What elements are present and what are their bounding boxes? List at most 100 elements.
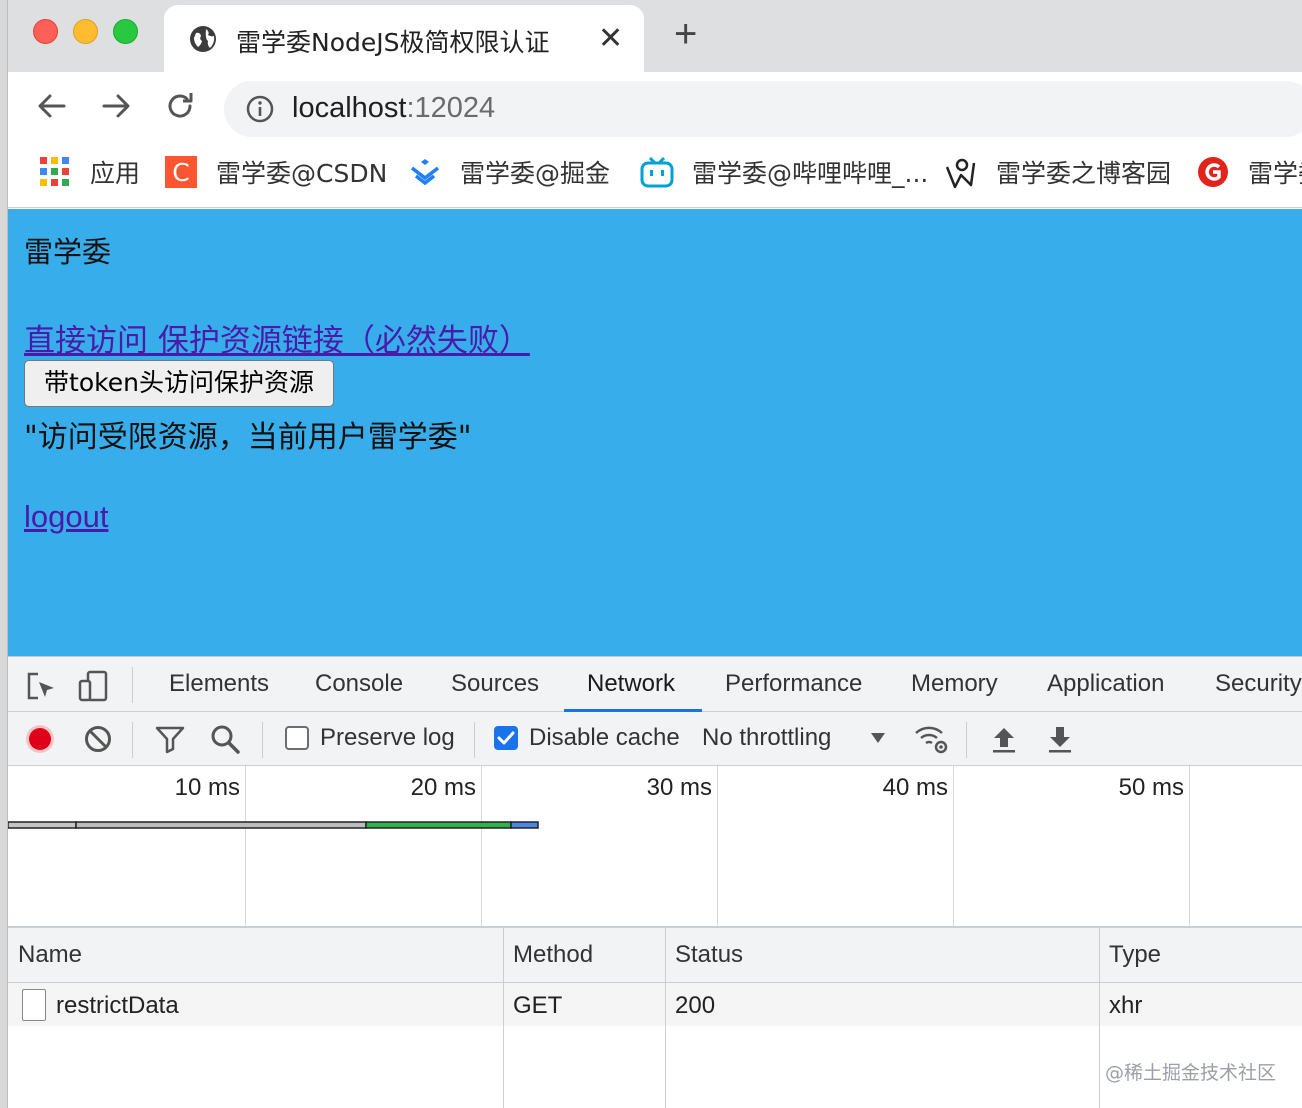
tick-label: 30 ms bbox=[646, 774, 712, 801]
tick-label: 20 ms bbox=[410, 774, 476, 801]
bookmark-juejin[interactable]: 雷学委@掘金 bbox=[408, 154, 610, 190]
column-header-status[interactable]: Status bbox=[675, 941, 743, 969]
search-icon[interactable] bbox=[209, 723, 241, 755]
tab-strip: 雷学委NodeJS极简权限认证 ✕ + bbox=[8, 0, 1302, 72]
reload-button[interactable] bbox=[160, 86, 200, 126]
column-divider[interactable] bbox=[665, 928, 666, 1108]
address-bar[interactable]: localhost:12024 bbox=[224, 81, 1302, 137]
globe-icon bbox=[190, 26, 216, 52]
network-overview[interactable]: 10 ms 20 ms 30 ms 40 ms 50 ms bbox=[8, 766, 1302, 928]
devtools-tab-bar: Elements Console Sources Network Perform… bbox=[8, 656, 1302, 712]
result-text: "访问受限资源，当前用户雷学委" bbox=[24, 420, 472, 455]
checkmark-icon bbox=[497, 731, 515, 745]
bookmark-csdn[interactable]: C 雷学委@CSDN bbox=[164, 154, 387, 190]
document-icon bbox=[22, 989, 46, 1021]
separator bbox=[966, 722, 967, 758]
column-divider[interactable] bbox=[503, 928, 504, 1108]
request-waterfall-bar bbox=[8, 821, 539, 829]
chevron-down-icon[interactable] bbox=[868, 730, 888, 746]
forward-button[interactable] bbox=[96, 86, 136, 126]
tick-label: 50 ms bbox=[1118, 774, 1184, 801]
ibm-icon bbox=[1198, 157, 1228, 187]
page-heading: 雷学委 bbox=[24, 235, 112, 269]
back-button[interactable] bbox=[32, 86, 72, 126]
bookmark-cnblogs[interactable]: 雷学委之博客园 bbox=[944, 154, 1171, 190]
bilibili-icon bbox=[640, 156, 674, 188]
tab-security[interactable]: Security bbox=[1215, 670, 1302, 698]
column-header-method[interactable]: Method bbox=[513, 941, 593, 969]
cell-method: GET bbox=[513, 992, 563, 1019]
import-har-icon[interactable] bbox=[988, 723, 1020, 755]
separator bbox=[474, 722, 475, 758]
close-tab-icon[interactable]: ✕ bbox=[598, 21, 623, 56]
column-header-name[interactable]: Name bbox=[18, 941, 82, 969]
browser-toolbar: localhost:12024 bbox=[8, 72, 1302, 142]
tab-elements[interactable]: Elements bbox=[169, 670, 269, 698]
preserve-log-label: Preserve log bbox=[320, 724, 455, 751]
browser-window: 雷学委NodeJS极简权限认证 ✕ + localhost:12024 应用 C… bbox=[0, 0, 1302, 1108]
tick-line bbox=[1189, 766, 1190, 926]
window-left-edge bbox=[0, 0, 8, 1108]
arrow-right-icon bbox=[102, 94, 130, 118]
info-icon[interactable] bbox=[246, 95, 274, 123]
disable-cache-label: Disable cache bbox=[529, 724, 680, 751]
bookmark-label: 雷学委之博客园 bbox=[996, 159, 1172, 188]
bookmark-label: 应用 bbox=[90, 159, 141, 188]
bookmark-label: 雷学委 bbox=[1248, 159, 1302, 188]
minimize-window-button[interactable] bbox=[73, 19, 98, 44]
browser-tab[interactable]: 雷学委NodeJS极简权限认证 ✕ bbox=[164, 5, 644, 72]
reload-icon bbox=[168, 93, 193, 118]
column-header-type[interactable]: Type bbox=[1109, 941, 1161, 969]
network-conditions-icon[interactable] bbox=[913, 723, 949, 755]
close-window-button[interactable] bbox=[33, 19, 58, 44]
tab-network[interactable]: Network bbox=[587, 670, 675, 698]
bookmarks-bar: 应用 C 雷学委@CSDN 雷学委@掘金 雷学委@哔哩哔哩_... 雷学委之博客… bbox=[8, 142, 1302, 208]
tick-line bbox=[717, 766, 718, 926]
separator bbox=[132, 722, 133, 758]
disable-cache-checkbox[interactable] bbox=[494, 726, 518, 750]
throttling-select[interactable]: No throttling bbox=[702, 724, 831, 752]
device-toolbar-icon[interactable] bbox=[76, 669, 110, 703]
table-header: Name Method Status Type bbox=[8, 928, 1302, 983]
tick-label: 40 ms bbox=[882, 774, 948, 801]
token-access-button[interactable]: 带token头访问保护资源 bbox=[24, 360, 334, 407]
url-text: localhost:12024 bbox=[292, 92, 495, 125]
cnblogs-icon bbox=[945, 158, 976, 189]
bookmark-label: 雷学委@哔哩哔哩_... bbox=[692, 159, 929, 188]
tab-sources[interactable]: Sources bbox=[451, 670, 539, 698]
tab-performance[interactable]: Performance bbox=[725, 670, 862, 698]
watermark: @稀土掘金技术社区 bbox=[1105, 1062, 1277, 1084]
url-port: :12024 bbox=[406, 92, 496, 124]
column-divider[interactable] bbox=[1099, 928, 1100, 1108]
filter-icon[interactable] bbox=[154, 723, 186, 755]
tick-label: 10 ms bbox=[174, 774, 240, 801]
tick-line bbox=[481, 766, 482, 926]
tab-application[interactable]: Application bbox=[1047, 670, 1164, 698]
preserve-log-checkbox[interactable] bbox=[285, 726, 309, 750]
maximize-window-button[interactable] bbox=[113, 19, 138, 44]
network-controls: Preserve log Disable cache No throttling bbox=[8, 712, 1302, 766]
arrow-left-icon bbox=[38, 94, 66, 118]
cell-name: restrictData bbox=[56, 992, 179, 1019]
record-icon[interactable] bbox=[24, 723, 56, 755]
inspect-element-icon[interactable] bbox=[24, 669, 58, 703]
juejin-icon bbox=[410, 159, 440, 186]
table-row[interactable]: restrictData GET 200 xhr bbox=[8, 983, 1302, 1026]
tab-memory[interactable]: Memory bbox=[911, 670, 998, 698]
tab-title: 雷学委NodeJS极简权限认证 bbox=[236, 28, 550, 57]
cell-type: xhr bbox=[1109, 992, 1143, 1019]
export-har-icon[interactable] bbox=[1044, 723, 1076, 755]
bookmark-ibm[interactable]: 雷学委 bbox=[1196, 154, 1302, 190]
csdn-icon: C bbox=[165, 156, 197, 188]
bookmark-label: 雷学委@掘金 bbox=[460, 159, 611, 188]
page-content: 雷学委 直接访问 保护资源链接（必然失败） 带token头访问保护资源 "访问受… bbox=[8, 209, 1302, 656]
tab-console[interactable]: Console bbox=[315, 670, 403, 698]
bookmark-bilibili[interactable]: 雷学委@哔哩哔哩_... bbox=[640, 154, 928, 190]
tick-line bbox=[953, 766, 954, 926]
new-tab-button[interactable]: + bbox=[674, 14, 697, 54]
bookmark-apps[interactable]: 应用 bbox=[38, 154, 140, 190]
protected-resource-link[interactable]: 直接访问 保护资源链接（必然失败） bbox=[24, 315, 530, 360]
url-host: localhost bbox=[292, 92, 407, 124]
clear-icon[interactable] bbox=[82, 723, 114, 755]
logout-link[interactable]: logout bbox=[24, 499, 108, 535]
